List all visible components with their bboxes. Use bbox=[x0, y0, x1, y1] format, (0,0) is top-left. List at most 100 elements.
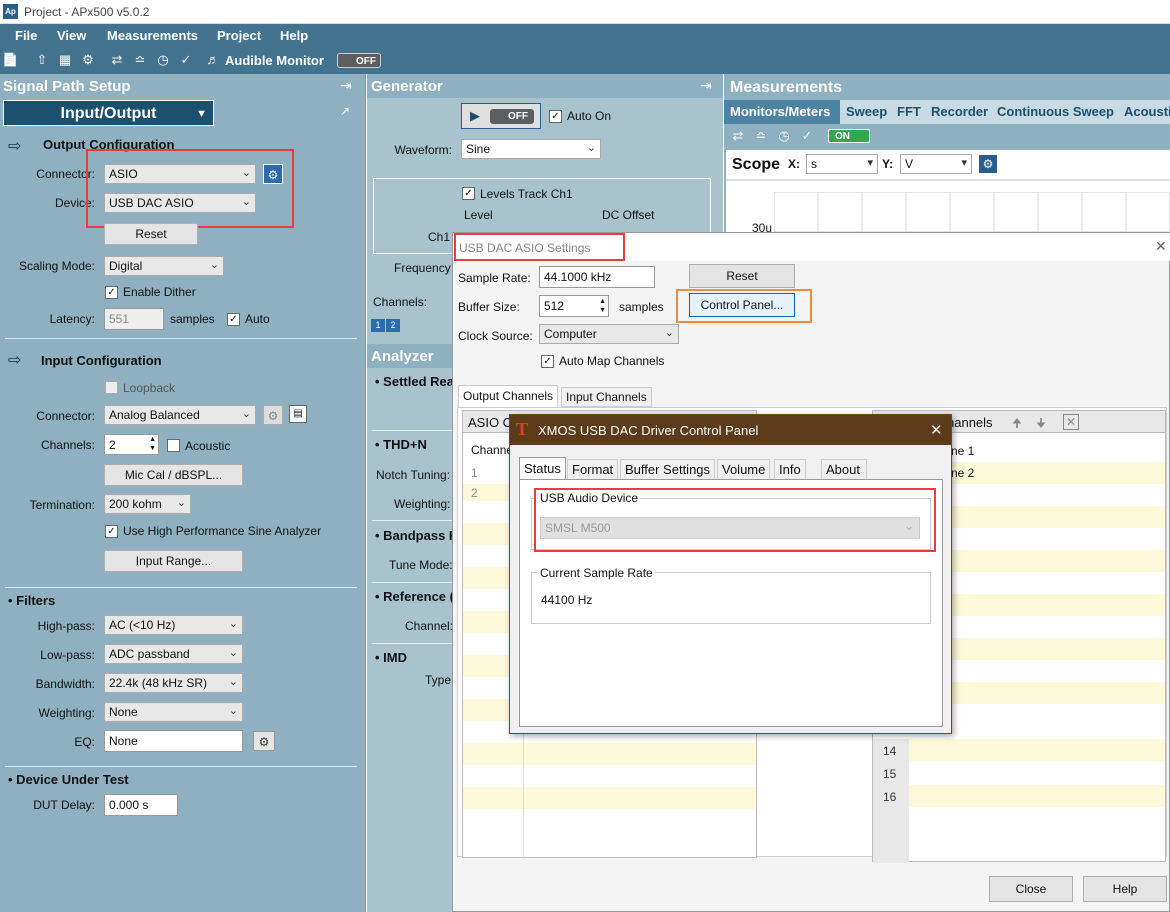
out-row-2: 2 bbox=[471, 486, 478, 500]
xmos-close-icon[interactable]: ✕ bbox=[930, 421, 943, 439]
save-icon[interactable]: ▦ bbox=[57, 52, 73, 68]
auto-map-checkbox[interactable]: ✓ bbox=[541, 355, 554, 368]
scaling-mode-select[interactable]: Digital ⌄ bbox=[104, 256, 224, 276]
latency-field[interactable]: 551 bbox=[104, 308, 164, 330]
xmos-tab-volume[interactable]: Volume bbox=[717, 459, 771, 479]
meas-sequence-icon[interactable]: ⇄ bbox=[730, 128, 746, 144]
scope-x-select[interactable]: s ▾ bbox=[806, 154, 878, 174]
frequency-label: Frequency bbox=[394, 261, 451, 275]
dither-checkbox[interactable]: ✓ bbox=[105, 286, 118, 299]
tune-mode-label: Tune Mode: bbox=[389, 558, 453, 572]
speaker-icon: ♬ bbox=[206, 52, 220, 67]
hp-sine-checkbox[interactable]: ✓ bbox=[105, 525, 118, 538]
eq-gear-icon[interactable]: ⚙ bbox=[253, 731, 275, 751]
latency-unit: samples bbox=[170, 312, 215, 326]
settings-icon[interactable]: ⚙ bbox=[80, 52, 96, 68]
menu-help[interactable]: Help bbox=[280, 28, 308, 43]
scaling-mode-label: Scaling Mode: bbox=[18, 259, 95, 273]
tab-fft[interactable]: FFT bbox=[897, 100, 921, 124]
waveform-select[interactable]: Sine ⌄ bbox=[461, 139, 601, 159]
meas-on-toggle[interactable]: ON bbox=[828, 129, 870, 143]
tab-recorder[interactable]: Recorder bbox=[931, 100, 988, 124]
channel-col: Channe bbox=[471, 443, 514, 457]
popout-icon[interactable]: ↗ bbox=[340, 104, 350, 118]
meas-clock-icon[interactable]: ◷ bbox=[776, 128, 792, 144]
scope-settings-gear-icon[interactable]: ⚙ bbox=[979, 155, 997, 173]
levels-track-label: Levels Track Ch1 bbox=[480, 187, 573, 201]
audible-monitor-toggle[interactable]: OFF bbox=[337, 53, 381, 68]
xmos-tab-info[interactable]: Info bbox=[774, 459, 806, 479]
input-panel-icon[interactable]: ▤ bbox=[289, 405, 307, 423]
xmos-tab-format[interactable]: Format bbox=[567, 459, 619, 479]
check-icon[interactable]: ✓ bbox=[178, 52, 194, 68]
divider bbox=[372, 520, 452, 521]
tab-output-channels[interactable]: Output Channels bbox=[458, 385, 559, 407]
asio-reset-button[interactable]: Reset bbox=[689, 264, 795, 288]
input-range-button[interactable]: Input Range... bbox=[104, 550, 243, 572]
out-row-stripe bbox=[463, 787, 756, 809]
acoustic-checkbox[interactable] bbox=[167, 439, 180, 452]
channel-1-button[interactable]: 1 bbox=[371, 319, 385, 332]
input-arrow-icon: ⇨ bbox=[8, 352, 22, 369]
meter-icon[interactable]: ≏ bbox=[132, 52, 148, 68]
asio-close-icon[interactable]: ✕ bbox=[1155, 238, 1167, 255]
tab-monitors-meters[interactable]: Monitors/Meters bbox=[724, 100, 840, 124]
output-reset-button[interactable]: Reset bbox=[104, 223, 198, 245]
input-connector-select[interactable]: Analog Balanced ⌄ bbox=[104, 405, 256, 425]
latency-auto-label: Auto bbox=[245, 312, 270, 326]
lowpass-select[interactable]: ADC passband ⌄ bbox=[104, 644, 243, 664]
mic-cal-button[interactable]: Mic Cal / dBSPL... bbox=[104, 464, 243, 486]
highpass-select[interactable]: AC (<10 Hz) ⌄ bbox=[104, 615, 243, 635]
move-up-icon[interactable]: 🠉 bbox=[1012, 414, 1022, 435]
meas-check-icon[interactable]: ✓ bbox=[799, 128, 815, 144]
termination-select[interactable]: 200 kohm ⌄ bbox=[104, 494, 191, 514]
pin-icon[interactable]: ⇥ bbox=[340, 77, 352, 94]
generator-pin-icon[interactable]: ⇥ bbox=[700, 77, 712, 94]
eq-field[interactable]: None bbox=[104, 730, 243, 752]
input-config-header: Input Configuration bbox=[41, 353, 162, 368]
clock-icon[interactable]: ◷ bbox=[155, 52, 171, 68]
meas-meter-icon[interactable]: ≏ bbox=[753, 128, 769, 144]
in-row-16: 16 bbox=[883, 790, 897, 804]
out-row-stripe bbox=[463, 743, 756, 765]
menu-project[interactable]: Project bbox=[217, 28, 261, 43]
levels-track-checkbox[interactable]: ✓ bbox=[462, 187, 475, 200]
menu-measurements[interactable]: Measurements bbox=[107, 28, 198, 43]
new-file-icon[interactable]: 📄 bbox=[2, 52, 18, 68]
tab-sweep[interactable]: Sweep bbox=[846, 100, 887, 124]
channel-2-button[interactable]: 2 bbox=[386, 319, 400, 332]
tab-continuous-sweep[interactable]: Continuous Sweep bbox=[997, 100, 1114, 124]
sample-rate-field[interactable]: 44.1000 kHz bbox=[539, 266, 655, 288]
tab-input-channels[interactable]: Input Channels bbox=[561, 387, 652, 407]
xmos-tab-buffer[interactable]: Buffer Settings bbox=[620, 459, 716, 479]
xmos-tab-status[interactable]: Status bbox=[519, 457, 566, 479]
generator-run-button[interactable]: ▶ OFF bbox=[461, 103, 541, 129]
clock-source-select[interactable]: Computer ⌄ bbox=[539, 324, 679, 344]
menu-file[interactable]: File bbox=[15, 28, 37, 43]
open-icon[interactable]: ⇧ bbox=[34, 52, 50, 68]
input-gear-icon[interactable]: ⚙ bbox=[263, 405, 283, 425]
xmos-tab-about[interactable]: About bbox=[821, 459, 867, 479]
out-row-1: 1 bbox=[471, 466, 478, 480]
gen-channels-label: Channels: bbox=[373, 295, 428, 309]
in-row-stripe bbox=[909, 785, 1165, 807]
sequence-icon[interactable]: ⇄ bbox=[109, 52, 125, 68]
remove-icon[interactable]: ✕ bbox=[1063, 414, 1079, 430]
signal-path-title: Signal Path Setup bbox=[3, 78, 131, 95]
tab-acoustic[interactable]: Acousti bbox=[1124, 100, 1170, 124]
loopback-checkbox[interactable] bbox=[105, 381, 118, 394]
move-down-icon[interactable]: 🠋 bbox=[1036, 414, 1046, 435]
latency-auto-checkbox[interactable]: ✓ bbox=[227, 313, 240, 326]
asio-close-button[interactable]: Close bbox=[989, 876, 1073, 902]
scope-y-select[interactable]: V ▾ bbox=[900, 154, 972, 174]
weighting-select[interactable]: None ⌄ bbox=[104, 702, 243, 722]
dut-delay-field[interactable]: 0.000 s bbox=[104, 794, 178, 816]
buffer-size-stepper[interactable]: 512 ▲ ▼ bbox=[539, 295, 609, 317]
auto-on-checkbox[interactable]: ✓ bbox=[549, 110, 562, 123]
asio-help-button[interactable]: Help bbox=[1083, 876, 1167, 902]
generator-title: Generator bbox=[371, 78, 443, 95]
bandwidth-select[interactable]: 22.4k (48 kHz SR) ⌄ bbox=[104, 673, 243, 693]
channels-stepper[interactable]: 2 ▲ ▼ bbox=[104, 434, 159, 455]
signal-path-selector[interactable]: Input/Output ▼ bbox=[3, 100, 214, 126]
menu-view[interactable]: View bbox=[57, 28, 86, 43]
